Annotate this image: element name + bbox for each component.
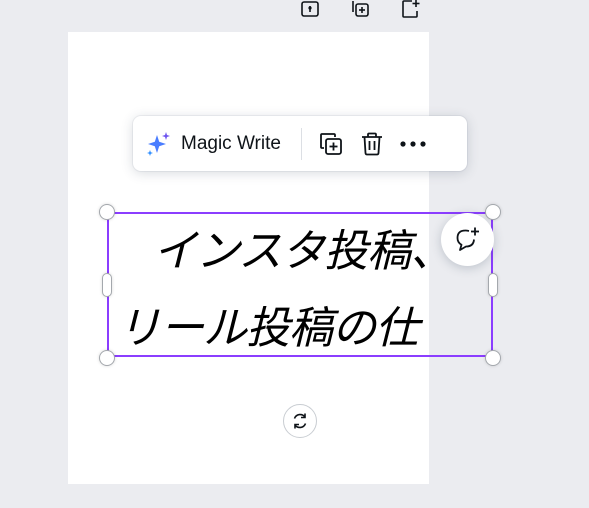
add-page-icon [402,0,420,18]
magic-write-button[interactable]: Magic Write [145,124,289,164]
duplicate-icon [320,132,342,155]
delete-button[interactable] [355,127,389,161]
lock-page-button[interactable] [298,0,322,20]
more-options-icon [400,140,426,147]
duplicate-page-button[interactable] [348,0,372,20]
delete-icon [361,132,382,155]
magic-write-sparkle-icon [147,131,170,156]
selected-text-element[interactable]: インスタ投稿、 リール投稿の仕 [107,212,493,357]
resize-handle-left[interactable] [102,273,112,297]
element-toolbar: Magic Write [133,116,467,171]
rotate-icon [293,413,307,429]
add-comment-button[interactable] [441,213,494,266]
text-line-1: インスタ投稿、 [153,226,454,277]
resize-handle-bottom-left[interactable] [99,350,115,366]
add-comment-icon [456,227,479,251]
resize-handle-right[interactable] [488,273,498,297]
resize-handle-top-left[interactable] [99,204,115,220]
page-actions-toolbar [298,0,422,20]
toolbar-divider [300,127,302,160]
rotate-button[interactable] [283,404,317,438]
duplicate-button[interactable] [314,127,348,161]
magic-write-label: Magic Write [181,132,281,154]
resize-handle-bottom-right[interactable] [485,350,501,366]
more-options-button[interactable] [396,127,430,161]
resize-handle-top-right[interactable] [485,204,501,220]
text-line-2: リール投稿の仕 [117,303,419,354]
add-page-button[interactable] [398,0,422,20]
lock-icon [301,1,319,17]
duplicate-page-icon [352,1,369,17]
